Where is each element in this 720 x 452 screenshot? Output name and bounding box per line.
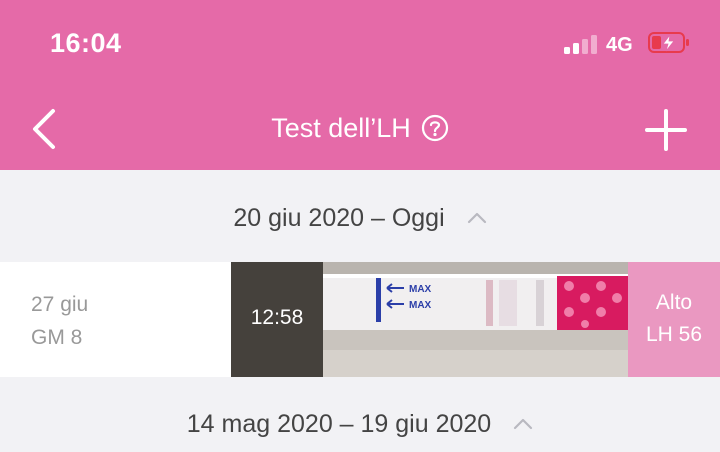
chevron-up-icon <box>513 418 533 430</box>
entry-date-block: 27 giu GM 8 <box>31 288 88 354</box>
section-label: 14 mag 2020 – 19 giu 2020 <box>186 409 492 438</box>
entry-date: 27 giu <box>31 293 89 316</box>
result-badge: Alto LH 56 <box>628 262 720 377</box>
entry-cycle-day: GM 8 <box>31 326 83 349</box>
entry-time: 12:58 <box>250 306 304 329</box>
section-label: 20 giu 2020 – Oggi <box>233 203 445 232</box>
test-strip-photo: MAX MAX 12:58 <box>231 262 628 377</box>
battery-charging-icon <box>648 31 690 60</box>
title-bar: Test dell’LH <box>0 108 720 148</box>
result-level: Alto <box>655 291 693 314</box>
help-icon[interactable] <box>421 114 449 142</box>
chevron-up-icon <box>467 212 487 224</box>
strip-max-label-2: MAX <box>409 300 432 311</box>
signal-icon <box>564 34 600 54</box>
section-header-current[interactable]: 20 giu 2020 – Oggi <box>0 198 720 238</box>
strip-max-label-1: MAX <box>409 284 432 295</box>
status-time: 16:04 <box>50 28 122 58</box>
plus-icon <box>645 109 687 151</box>
add-button[interactable] <box>640 106 692 154</box>
result-value: LH 56 <box>645 323 703 346</box>
section-header-previous[interactable]: 14 mag 2020 – 19 giu 2020 <box>0 404 720 444</box>
list-item[interactable]: 27 giu GM 8 MAX MAX 12:58 Alto LH 56 <box>0 262 720 377</box>
app-header: 16:04 4G Test dell’LH <box>0 0 720 170</box>
page-title: Test dell’LH <box>271 112 411 143</box>
network-label: 4G <box>606 34 633 56</box>
